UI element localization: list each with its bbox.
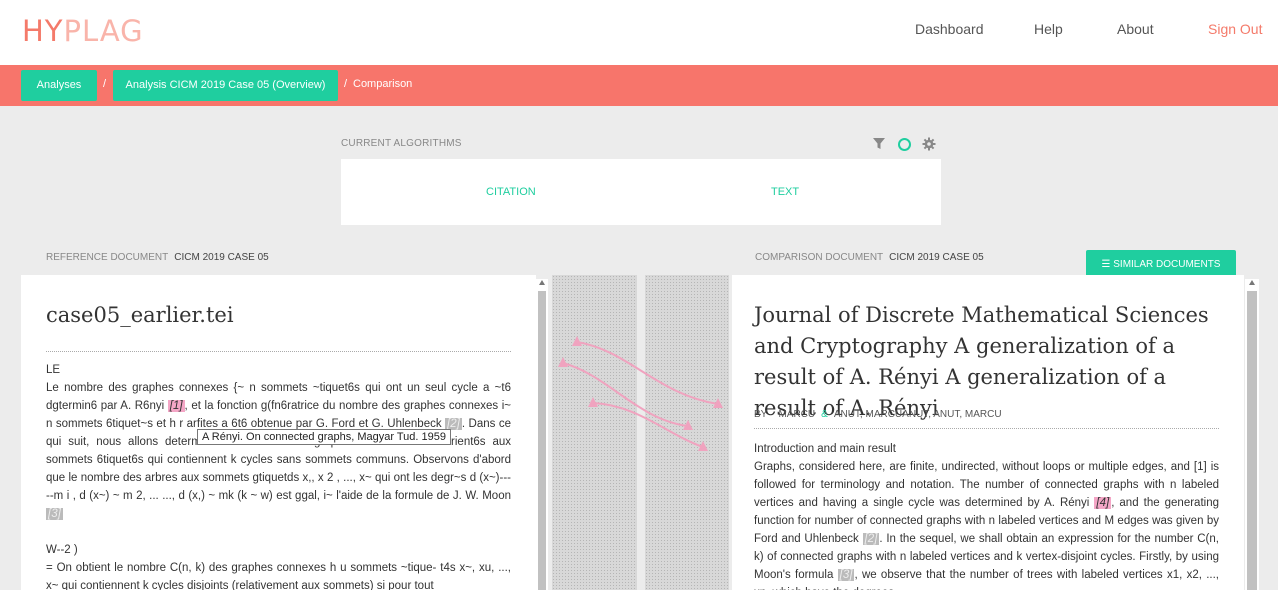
scroll-up-arrow-icon[interactable] <box>539 280 545 285</box>
nav-help[interactable]: Help <box>1034 21 1063 37</box>
status-circle-icon[interactable] <box>898 138 911 151</box>
author-link[interactable]: MARCU <box>778 409 815 420</box>
comparison-document-panel[interactable]: Journal of Discrete Mathematical Science… <box>732 275 1244 590</box>
scroll-up-arrow-icon[interactable] <box>1249 280 1255 285</box>
similar-documents-button[interactable]: ☰ SIMILAR DOCUMENTS <box>1086 250 1236 278</box>
reference-doc-label: REFERENCE DOCUMENT <box>46 252 169 263</box>
paragraph-heading: LE <box>46 364 61 376</box>
citation-marker-match[interactable]: [1] <box>167 400 185 412</box>
top-navbar: HYPLAG Dashboard Help About Sign Out <box>0 0 1278 65</box>
logo-plag: PLAG <box>63 14 144 48</box>
citation-marker[interactable]: [3] <box>46 508 63 520</box>
citation-marker[interactable]: [2] <box>862 533 880 545</box>
reference-doc-name: CICM 2019 CASE 05 <box>174 252 269 263</box>
citation-links <box>558 336 723 451</box>
reference-doc-header: REFERENCE DOCUMENT CICM 2019 CASE 05 <box>46 252 269 263</box>
algorithms-label: CURRENT ALGORITHMS <box>341 138 462 149</box>
reference-title: case05_earlier.tei <box>46 303 234 327</box>
reference-scrollbar[interactable] <box>536 279 548 590</box>
nav-dashboard[interactable]: Dashboard <box>915 21 984 37</box>
link-start-marker <box>572 336 582 346</box>
breadcrumb: Analyses / Analysis CICM 2019 Case 05 (O… <box>0 65 1278 106</box>
nav-sign-out[interactable]: Sign Out <box>1208 21 1262 37</box>
citation-link <box>576 341 719 405</box>
citation-link <box>562 362 689 427</box>
breadcrumb-separator: / <box>344 78 348 90</box>
hyplag-logo[interactable]: HYPLAG <box>22 14 144 48</box>
link-start-marker <box>558 357 568 367</box>
author-separator: & <box>821 409 828 420</box>
breadcrumb-analyses[interactable]: Analyses <box>21 70 97 101</box>
paragraph-heading: Introduction and main result <box>754 443 896 455</box>
divider <box>754 428 1219 429</box>
author-link[interactable]: ANUT, MARCUANUT, ANUT, MARCU <box>834 409 1002 420</box>
scrollbar-thumb[interactable] <box>1247 291 1257 590</box>
citation-marker[interactable]: [3] <box>837 569 855 581</box>
comparison-doc-label: COMPARISON DOCUMENT <box>755 252 884 263</box>
scrollbar-thumb[interactable] <box>538 291 546 590</box>
logo-hy: HY <box>22 14 64 48</box>
comparison-title: Journal of Discrete Mathematical Science… <box>754 303 1209 420</box>
nav-about[interactable]: About <box>1117 21 1154 37</box>
algorithm-text[interactable]: TEXT <box>771 186 799 198</box>
text-span: = On obtient le nombre C(n, k) des graph… <box>46 562 511 590</box>
reference-paragraph: W--2 ) = On obtient le nombre C(n, k) des… <box>46 541 511 590</box>
citation-tooltip: A Rényi. On connected graphs, Magyar Tud… <box>197 429 451 445</box>
author-line: BY MARCU & ANUT, MARCUANUT, ANUT, MARCU <box>754 409 1002 420</box>
breadcrumb-separator: / <box>103 78 107 90</box>
paragraph-heading: W--2 ) <box>46 544 78 556</box>
comparison-body: Introduction and main result Graphs, cons… <box>754 440 1219 590</box>
comparison-doc-header: COMPARISON DOCUMENT CICM 2019 CASE 05 <box>755 252 984 263</box>
filter-icon[interactable] <box>873 138 885 150</box>
comparison-paragraph: Introduction and main result Graphs, cons… <box>754 440 1219 590</box>
algorithm-citation[interactable]: CITATION <box>486 186 536 198</box>
similar-documents-label: SIMILAR DOCUMENTS <box>1113 259 1221 270</box>
comparison-scrollbar[interactable] <box>1245 279 1259 590</box>
by-label: BY <box>754 409 768 420</box>
breadcrumb-case-overview[interactable]: Analysis CICM 2019 Case 05 (Overview) <box>113 70 338 101</box>
divider <box>46 351 511 352</box>
gear-icon[interactable] <box>922 137 936 151</box>
list-icon: ☰ <box>1101 259 1114 270</box>
reference-body: LE Le nombre des graphes connexes {~ n so… <box>46 361 511 590</box>
algorithms-panel: CITATION TEXT <box>341 159 941 225</box>
breadcrumb-current: Comparison <box>353 78 413 90</box>
citation-marker-match[interactable]: [4] <box>1094 497 1112 509</box>
link-start-marker <box>588 397 598 407</box>
comparison-doc-name: CICM 2019 CASE 05 <box>889 252 984 263</box>
